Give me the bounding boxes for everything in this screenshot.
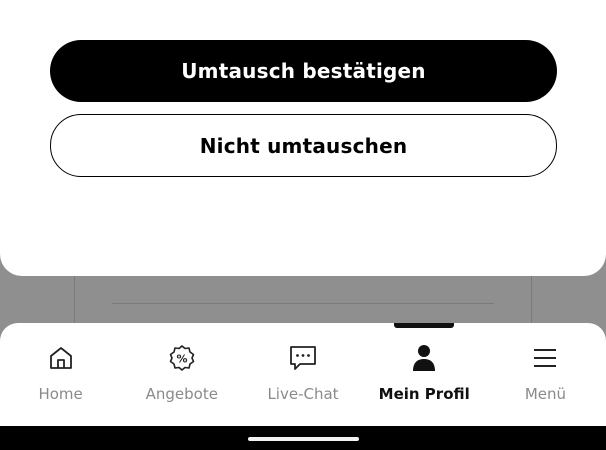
nav-item-live-chat[interactable]: Live-Chat [242,323,363,426]
nav-label-my-profile: Mein Profil [378,385,470,403]
home-gesture-handle[interactable] [248,437,359,441]
nav-label-menu: Menü [524,385,566,403]
background-divider [112,303,494,304]
nav-label-home: Home [38,385,83,403]
person-icon [409,343,439,373]
percent-badge-icon: % [167,343,197,373]
exchange-confirm-sheet: Umtausch bestätigen Nicht umtauschen [0,0,606,276]
nav-label-live-chat: Live-Chat [267,385,339,403]
chat-bubble-icon [288,343,318,373]
bottom-navigation: Home % Angebote Live-Chat Mein Profil Me… [0,323,606,426]
nav-item-menu[interactable]: Menü [485,323,606,426]
nav-item-home[interactable]: Home [0,323,121,426]
nav-label-offers: Angebote [145,385,218,403]
nav-item-my-profile[interactable]: Mein Profil [364,323,485,426]
svg-text:%: % [176,353,187,366]
confirm-exchange-button[interactable]: Umtausch bestätigen [50,40,557,102]
hamburger-menu-icon [530,343,560,373]
home-icon [46,343,76,373]
active-tab-indicator [394,323,454,328]
nav-item-offers[interactable]: % Angebote [121,323,242,426]
system-navigation-bar [0,426,606,450]
decline-exchange-button[interactable]: Nicht umtauschen [50,114,557,177]
